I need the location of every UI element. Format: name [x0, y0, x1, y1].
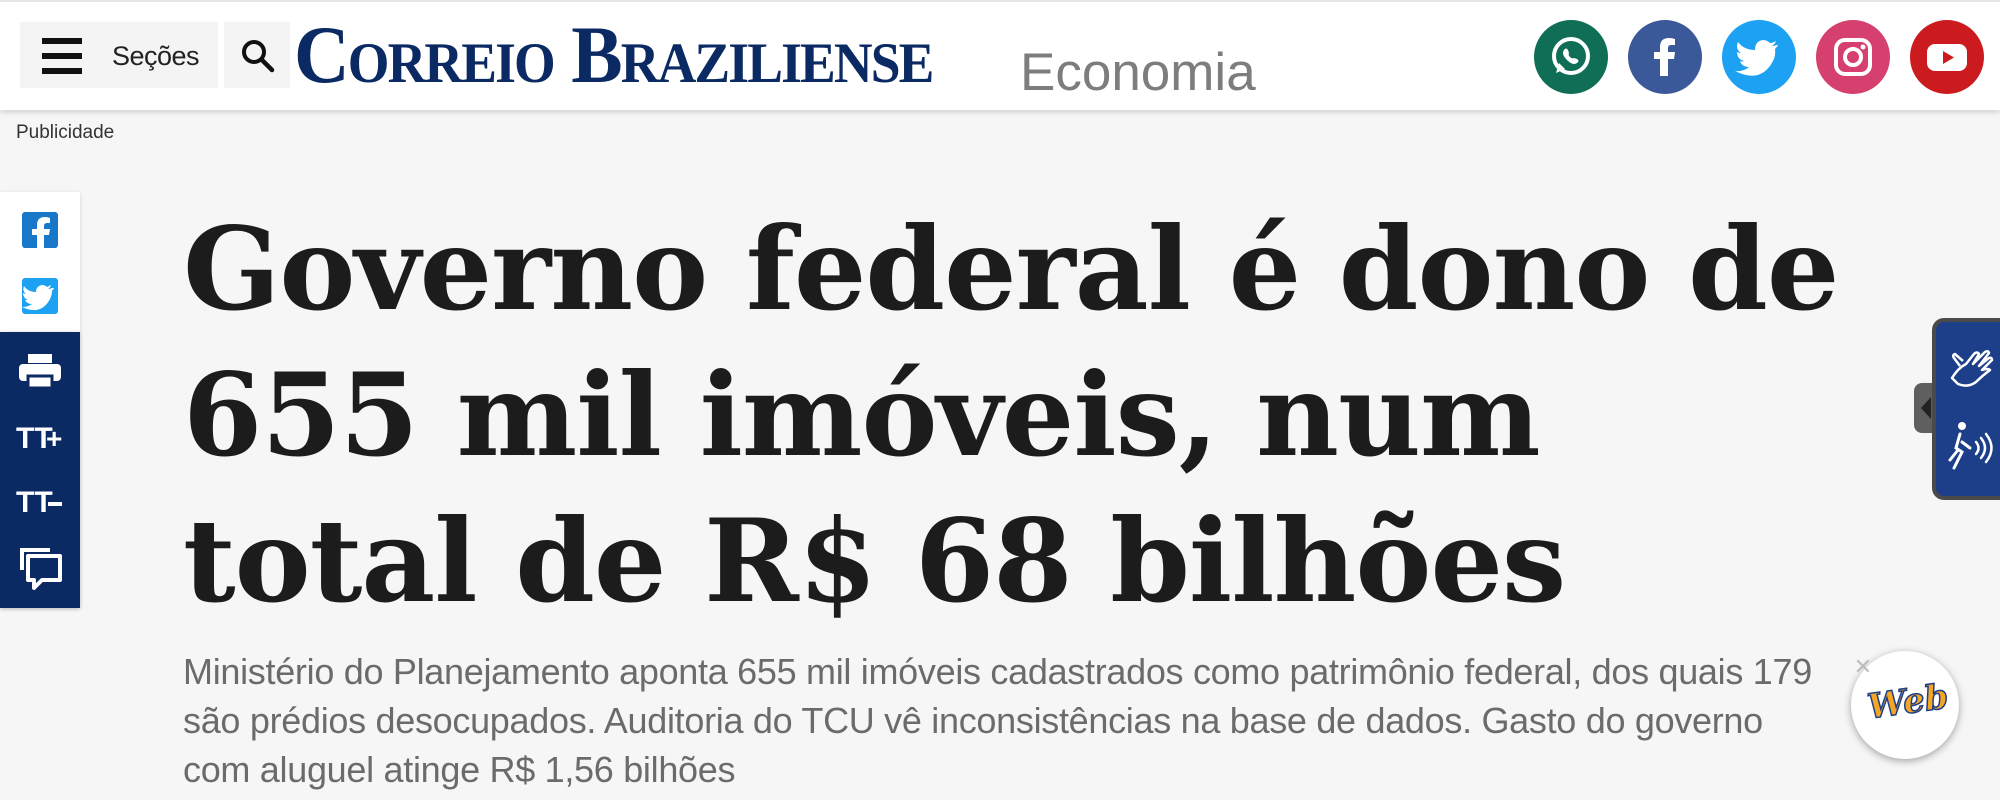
- share-twitter-button[interactable]: [0, 266, 80, 326]
- logo-word-1: Correio: [294, 9, 556, 100]
- youtube-button[interactable]: [1910, 20, 1984, 94]
- print-icon: [19, 354, 61, 390]
- twitter-icon: [22, 278, 58, 314]
- svg-text:+: +: [46, 423, 62, 454]
- article-headline: Governo federal é dono de 655 mil imóvei…: [183, 202, 1839, 628]
- whatsapp-button[interactable]: [1534, 20, 1608, 94]
- facebook-icon: [22, 212, 58, 248]
- sections-menu-label: Seções: [112, 41, 200, 71]
- youtube-icon: [1927, 44, 1967, 71]
- site-header: Seções Correio Braziliense Economia: [0, 0, 2000, 110]
- article-lead: Ministério do Planejamento aponta 655 mi…: [183, 651, 1812, 790]
- comments-button[interactable]: [0, 536, 80, 596]
- comments-icon: [20, 548, 62, 590]
- site-logo[interactable]: Correio Braziliense: [294, 9, 934, 100]
- share-rail-social: [0, 192, 80, 332]
- twitter-button[interactable]: [1722, 20, 1796, 94]
- print-button[interactable]: [0, 340, 80, 400]
- sign-language-icon: [1950, 349, 1994, 387]
- share-rail-tools: TT + TT: [0, 332, 80, 608]
- sections-menu-button[interactable]: Seções: [20, 22, 218, 88]
- facebook-button[interactable]: [1628, 20, 1702, 94]
- facebook-icon: [1654, 38, 1675, 76]
- font-decrease-icon: TT: [16, 486, 62, 519]
- svg-text:TT: TT: [16, 486, 53, 519]
- advertising-label: Publicidade: [16, 122, 115, 143]
- close-icon[interactable]: ✕: [1852, 656, 1874, 678]
- audio-description-button[interactable]: [1940, 412, 2000, 488]
- twitter-icon: [1735, 40, 1778, 76]
- search-button[interactable]: [224, 22, 290, 88]
- font-increase-button[interactable]: TT +: [0, 404, 80, 464]
- section-title[interactable]: Economia: [1020, 42, 1256, 103]
- instagram-button[interactable]: [1816, 20, 1890, 94]
- sign-language-button[interactable]: [1940, 328, 2000, 404]
- hamburger-icon: [42, 38, 82, 74]
- instagram-icon: [1834, 38, 1872, 76]
- font-increase-icon: TT +: [16, 422, 62, 455]
- font-decrease-button[interactable]: TT: [0, 468, 80, 528]
- whatsapp-icon: [1552, 37, 1590, 75]
- accessibility-panel: [1932, 318, 2000, 500]
- share-facebook-button[interactable]: [0, 200, 80, 260]
- search-icon: [242, 40, 275, 73]
- audio-description-icon: [1948, 422, 1993, 470]
- logo-word-2: Braziliense: [571, 9, 934, 100]
